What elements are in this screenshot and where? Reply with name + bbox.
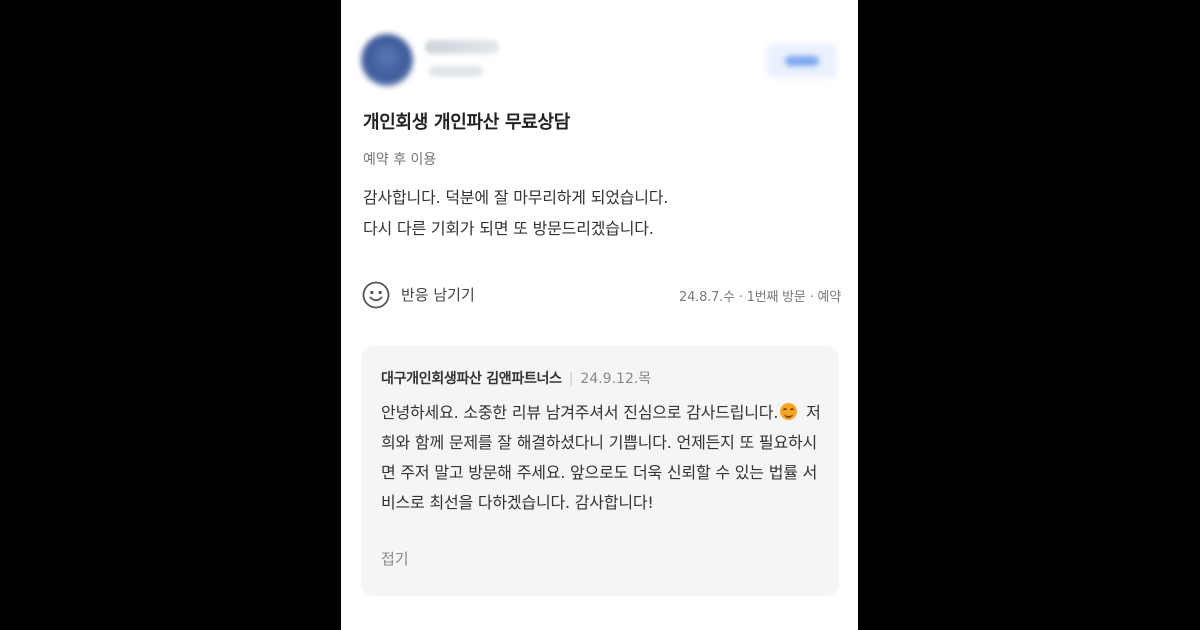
reply-text-part: 안녕하세요. 소중한 리뷰 남겨주셔서 진심으로 감사드립니다. (381, 403, 779, 422)
reaction-row: 반응 남기기 24.8.7.수 · 1번째 방문 · 예약 (361, 280, 841, 310)
smile-icon[interactable] (361, 280, 391, 310)
review-body-line: 감사합니다. 덕분에 잘 마무리하게 되었습니다. (363, 188, 669, 207)
visit-info: 24.8.7.수 · 1번째 방문 · 예약 (679, 290, 841, 305)
owner-name: 대구개인회생파산 김앤파트너스 (381, 371, 562, 387)
reply-separator: | (568, 371, 574, 387)
reply-date: 24.9.12.목 (580, 371, 652, 387)
smiling-face-emoji-icon (780, 403, 798, 420)
review-meta: 예약 후 이용 (363, 152, 437, 168)
reviewer-name-blurred (425, 40, 499, 54)
collapse-reply-button[interactable]: 접기 (381, 548, 409, 569)
reply-header: 대구개인회생파산 김앤파트너스 | 24.9.12.목 (381, 368, 651, 388)
review-card: 개인회생 개인파산 무료상담 예약 후 이용 감사합니다. 덕분에 잘 마무리하… (341, 0, 858, 630)
owner-reply: 대구개인회생파산 김앤파트너스 | 24.9.12.목 안녕하세요. 소중한 리뷰 … (361, 346, 839, 596)
leave-reaction-button[interactable]: 반응 남기기 (401, 284, 475, 305)
review-body-line: 다시 다른 기회가 되면 또 방문드리겠습니다. (363, 219, 654, 238)
review-title: 개인회생 개인파산 무료상담 (363, 112, 571, 133)
reply-text: 안녕하세요. 소중한 리뷰 남겨주셔서 진심으로 감사드립니다. 저희와 함께 … (381, 398, 821, 518)
reviewer-profile (361, 34, 837, 94)
avatar[interactable] (361, 34, 413, 86)
reviewer-stats-blurred (429, 66, 483, 77)
follow-button-blurred[interactable] (767, 44, 837, 78)
review-body: 감사합니다. 덕분에 잘 마무리하게 되었습니다. 다시 다른 기회가 되면 또… (363, 182, 833, 244)
